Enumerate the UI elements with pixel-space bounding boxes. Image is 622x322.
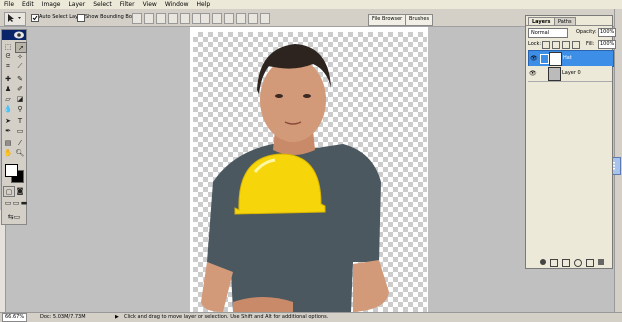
brushes-tab[interactable]: Brushes (405, 14, 434, 26)
healing-brush-icon[interactable]: ✚ (3, 74, 13, 83)
status-arrow-icon[interactable]: ▶ (115, 313, 119, 321)
jump-to-imageready-icon[interactable]: ⇆▭ (5, 212, 23, 221)
layer-row-layer0[interactable]: 👁︎ Layer 0 (528, 66, 612, 82)
blend-mode-select[interactable]: Normal (528, 28, 568, 38)
align-hcenter-icon[interactable] (180, 13, 190, 24)
align-buttons (132, 13, 202, 24)
distribute-top-icon[interactable] (200, 13, 210, 24)
align-top-icon[interactable] (132, 13, 142, 24)
distribute-hcenter-icon[interactable] (248, 13, 258, 24)
shape-tool-icon[interactable]: ▭ (15, 126, 25, 135)
adjustment-layer-icon[interactable] (574, 259, 582, 267)
layer-thumbnail (549, 52, 562, 66)
standard-mode-icon[interactable]: ▢ (3, 186, 15, 197)
layer-style-icon[interactable] (540, 259, 546, 265)
blur-tool-icon[interactable]: 💧 (3, 104, 13, 113)
align-left-icon[interactable] (168, 13, 178, 24)
canvas[interactable] (193, 32, 427, 312)
new-set-icon[interactable] (562, 259, 570, 267)
layers-palette: Layers Paths Normal Opacity: 100% Lock: … (525, 15, 617, 269)
foreground-color-swatch[interactable] (5, 164, 18, 177)
lock-all-icon[interactable] (572, 41, 580, 49)
menu-layer[interactable]: Layer (68, 0, 85, 9)
menu-window[interactable]: Window (165, 0, 189, 9)
pen-tool-icon[interactable]: ✒ (3, 126, 13, 135)
lock-label: Lock: (528, 41, 542, 47)
dodge-tool-icon[interactable]: ⚲ (15, 104, 25, 113)
menu-edit[interactable]: Edit (22, 0, 34, 9)
menu-help[interactable]: Help (197, 0, 211, 9)
auto-select-checkbox[interactable] (31, 14, 39, 22)
photo-subject (201, 44, 389, 312)
menu-bar: File Edit Image Layer Select Filter View… (0, 0, 622, 9)
palette-well (603, 9, 622, 312)
visibility-eye-icon[interactable]: 👁︎ (529, 70, 537, 77)
opacity-label: Opacity: (576, 29, 597, 35)
lock-buttons (542, 41, 580, 49)
doc-size: Doc: 5.03M/7.73M (40, 314, 86, 320)
visibility-eye-icon[interactable]: 👁︎ (530, 55, 538, 62)
lock-position-icon[interactable] (562, 41, 570, 49)
tool-preset-picker[interactable] (4, 12, 26, 26)
align-bottom-icon[interactable] (156, 13, 166, 24)
lock-image-icon[interactable] (552, 41, 560, 49)
notes-tool-icon[interactable]: ▤ (3, 138, 13, 147)
menu-filter[interactable]: Filter (120, 0, 135, 9)
distribute-bottom-icon[interactable] (224, 13, 234, 24)
distribute-buttons (200, 13, 270, 24)
layer-mask-icon[interactable] (550, 259, 558, 267)
clone-stamp-icon[interactable]: ♟ (3, 84, 13, 93)
quick-mask-icon[interactable]: ◙ (15, 186, 25, 195)
brush-tool-icon[interactable]: ✎ (15, 74, 25, 83)
bounding-box-checkbox[interactable] (77, 14, 85, 22)
menu-file[interactable]: File (4, 0, 14, 9)
distribute-vcenter-icon[interactable] (212, 13, 222, 24)
align-vcenter-icon[interactable] (144, 13, 154, 24)
slice-tool-icon[interactable]: ⟋ (15, 62, 25, 71)
layer-name[interactable]: Layer 0 (562, 69, 581, 77)
opacity-field[interactable]: 100% (598, 28, 617, 37)
menu-image[interactable]: Image (42, 0, 61, 9)
crop-tool-icon[interactable]: ⌗ (3, 62, 13, 71)
type-tool-icon[interactable]: T (15, 116, 25, 125)
lasso-tool-icon[interactable]: ᘓ (3, 52, 13, 61)
layer-actions (540, 259, 604, 267)
distribute-left-icon[interactable] (236, 13, 246, 24)
fill-field[interactable]: 100% (598, 40, 617, 49)
new-layer-icon[interactable] (586, 259, 594, 267)
menu-view[interactable]: View (143, 0, 157, 9)
menu-select[interactable]: Select (93, 0, 112, 9)
screen-mode-full-icon[interactable]: ▬ (19, 198, 29, 207)
fill-label: Fill: (586, 41, 595, 47)
vertical-ruler (0, 210, 6, 312)
hand-tool-icon[interactable]: ✋ (3, 148, 13, 157)
layer-name[interactable]: Hat (563, 54, 572, 62)
gradient-tool-icon[interactable]: ◪ (15, 94, 25, 103)
path-selection-icon[interactable]: ➤ (3, 116, 13, 125)
toolbox-header (2, 30, 26, 40)
marquee-tool-icon[interactable]: ⬚ (3, 42, 13, 51)
eye-logo-icon[interactable] (2, 30, 26, 40)
magic-wand-icon[interactable]: ✧ (15, 52, 25, 61)
history-brush-icon[interactable]: ✐ (15, 84, 25, 93)
layer-row-hat[interactable]: 👁︎ Hat (528, 50, 614, 67)
lock-transparency-icon[interactable] (542, 41, 550, 49)
layer-thumbnail (548, 67, 561, 81)
toolbox: ⬚ ➚ ᘓ ✧ ⌗ ⟋ ✚ ✎ ♟ ✐ ▱ ◪ 💧 ⚲ ➤ T ✒ ▭ ▤ ⁄ … (1, 29, 27, 225)
status-bar: 66.67% Doc: 5.03M/7.73M ▶ Click and drag… (0, 312, 622, 322)
bounding-box-label: Show Bounding Box (85, 14, 135, 20)
zoom-tool-icon[interactable]: 🔍︎ (15, 148, 25, 157)
eraser-tool-icon[interactable]: ▱ (3, 94, 13, 103)
status-hint: Click and drag to move layer or selectio… (124, 314, 329, 320)
eyedropper-icon[interactable]: ⁄ (15, 138, 25, 147)
brush-link-icon[interactable] (540, 54, 549, 64)
move-tool-icon (8, 14, 21, 22)
trash-icon[interactable] (598, 259, 604, 265)
distribute-right-icon[interactable] (260, 13, 270, 24)
file-browser-tab[interactable]: File Browser (368, 14, 407, 26)
